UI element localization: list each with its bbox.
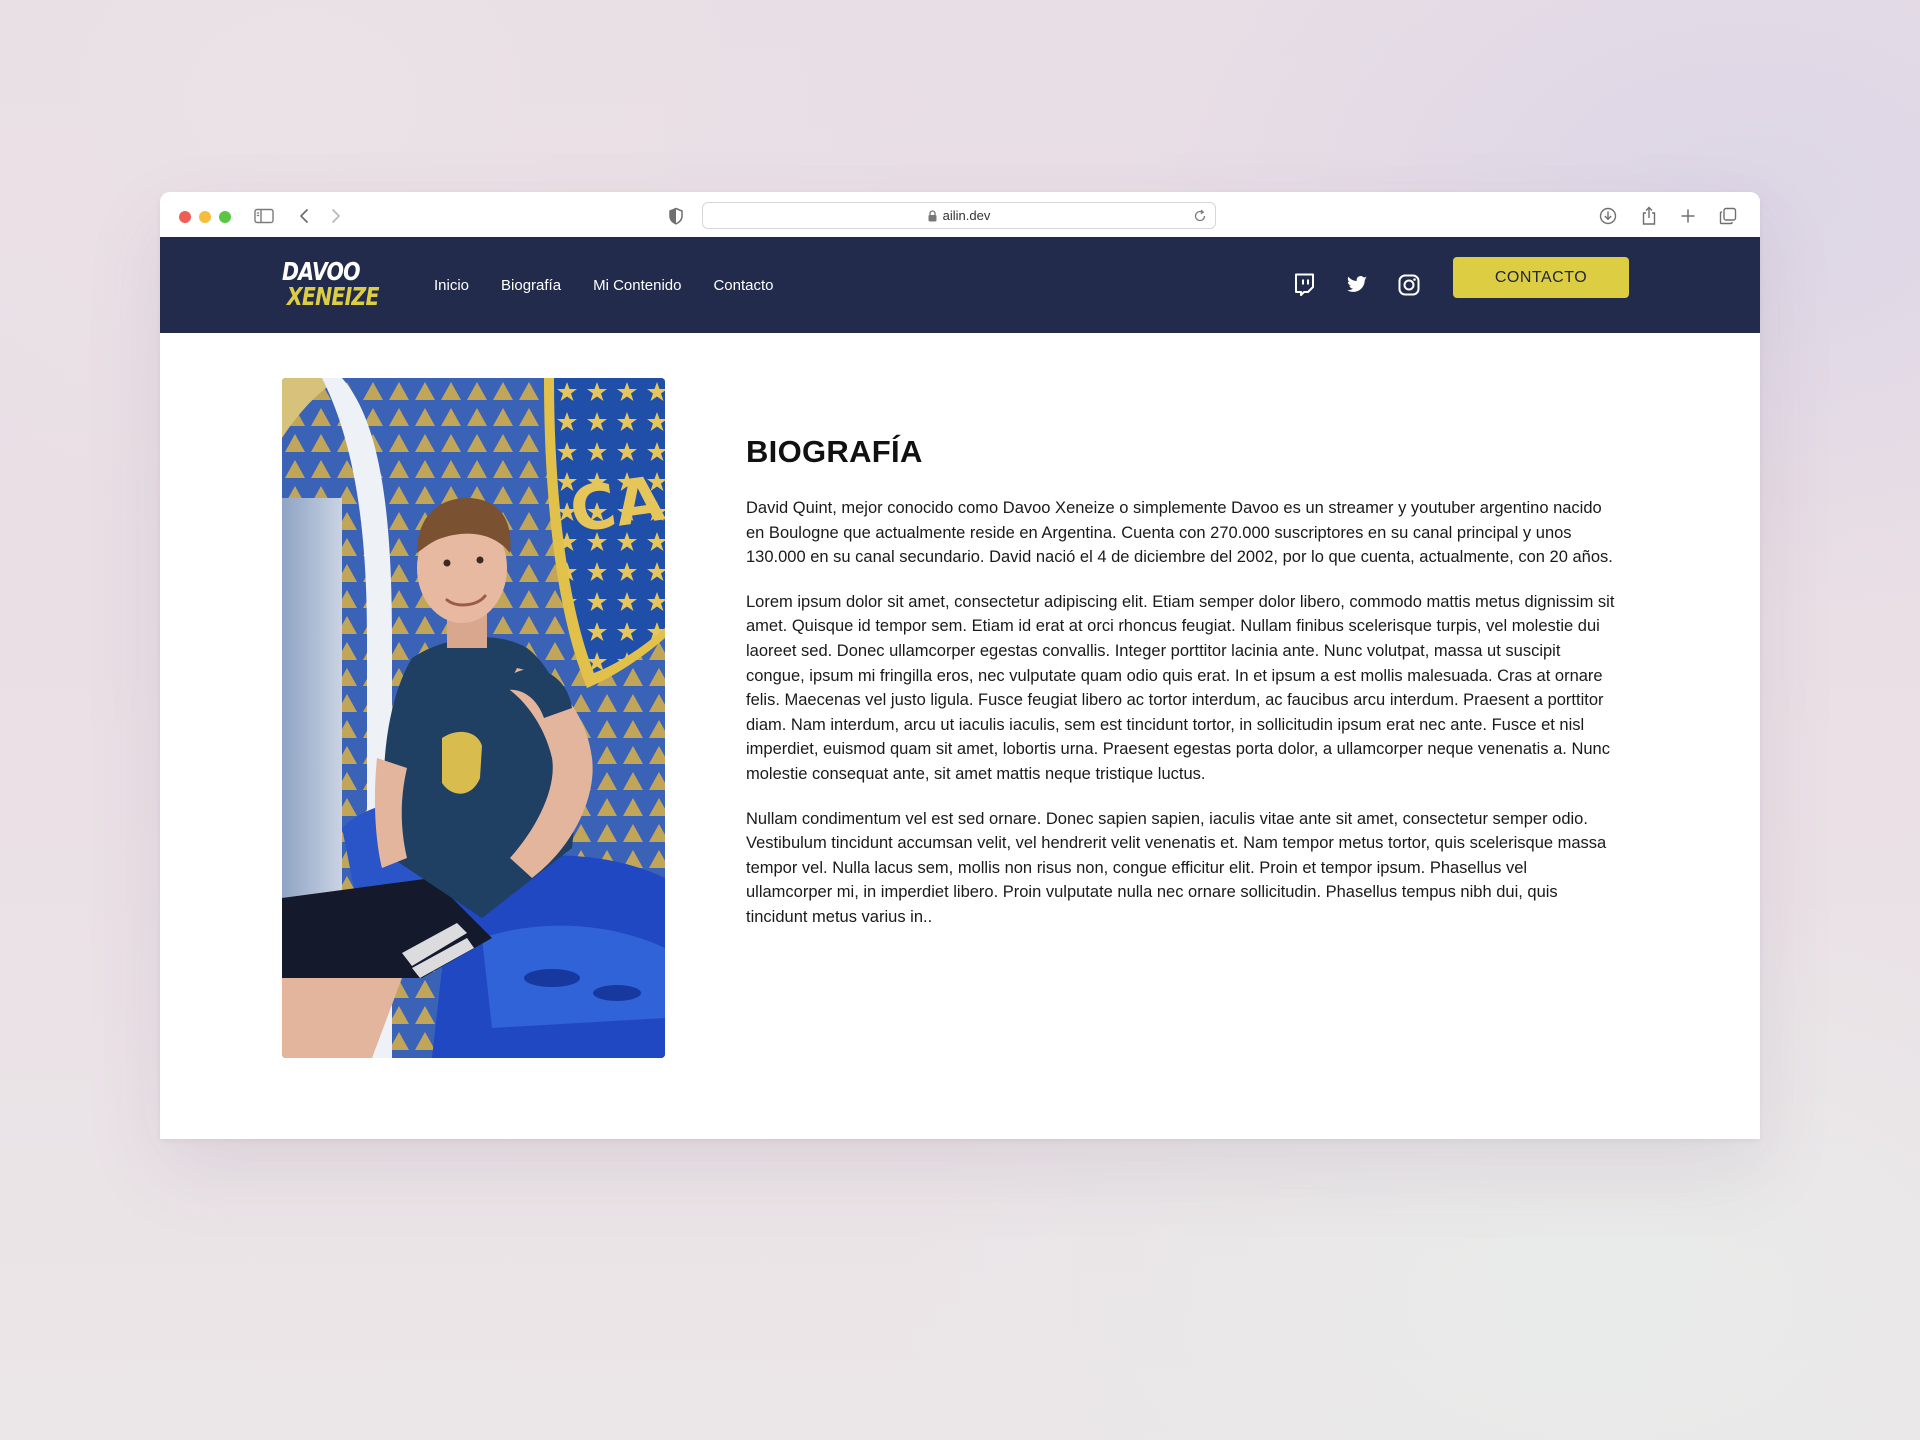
twitch-icon[interactable] bbox=[1292, 273, 1316, 297]
browser-window: ailin.dev DAVOO XENEIZE Inicio Biografía bbox=[160, 192, 1760, 1139]
address-bar[interactable]: ailin.dev bbox=[702, 202, 1216, 229]
logo-line-1: DAVOO bbox=[282, 257, 361, 286]
logo-line-2: XENEIZE bbox=[286, 282, 380, 311]
nav-link-inicio[interactable]: Inicio bbox=[434, 277, 469, 294]
url-text: ailin.dev bbox=[942, 208, 991, 223]
site-logo[interactable]: DAVOO XENEIZE bbox=[282, 257, 380, 311]
tabs-overview-icon[interactable] bbox=[1717, 205, 1739, 227]
forward-icon[interactable] bbox=[328, 205, 344, 227]
sidebar-icon[interactable] bbox=[253, 205, 275, 227]
new-tab-icon[interactable] bbox=[1678, 205, 1698, 227]
reload-icon[interactable] bbox=[1193, 209, 1207, 223]
maximize-window-button[interactable] bbox=[219, 211, 231, 223]
biography-section: BIOGRAFÍA David Quint, mejor conocido co… bbox=[746, 432, 1616, 950]
shield-icon[interactable] bbox=[667, 205, 685, 227]
instagram-icon[interactable] bbox=[1397, 273, 1421, 297]
close-window-button[interactable] bbox=[179, 211, 191, 223]
minimize-window-button[interactable] bbox=[199, 211, 211, 223]
browser-toolbar: ailin.dev bbox=[160, 192, 1760, 238]
site-header: DAVOO XENEIZE Inicio Biografía Mi Conten… bbox=[160, 237, 1760, 333]
bio-paragraph-1: David Quint, mejor conocido como Davoo X… bbox=[746, 499, 1613, 567]
share-icon[interactable] bbox=[1639, 205, 1659, 227]
nav-link-biografia[interactable]: Biografía bbox=[501, 277, 561, 294]
lock-icon bbox=[928, 209, 937, 222]
page-title: BIOGRAFÍA bbox=[746, 434, 923, 469]
twitter-icon[interactable] bbox=[1345, 273, 1369, 297]
back-icon[interactable] bbox=[296, 205, 312, 227]
contact-cta-button[interactable]: CONTACTO bbox=[1453, 257, 1629, 298]
bio-paragraph-3: Nullam condimentum vel est sed ornare. D… bbox=[746, 809, 1607, 926]
nav-link-contacto[interactable]: Contacto bbox=[713, 277, 773, 294]
profile-photo: CAB bbox=[282, 378, 665, 1058]
nav-link-mi-contenido[interactable]: Mi Contenido bbox=[593, 277, 681, 294]
main-nav: Inicio Biografía Mi Contenido Contacto bbox=[434, 237, 806, 333]
download-icon[interactable] bbox=[1598, 205, 1618, 227]
bio-paragraph-2: Lorem ipsum dolor sit amet, consectetur … bbox=[746, 592, 1615, 783]
